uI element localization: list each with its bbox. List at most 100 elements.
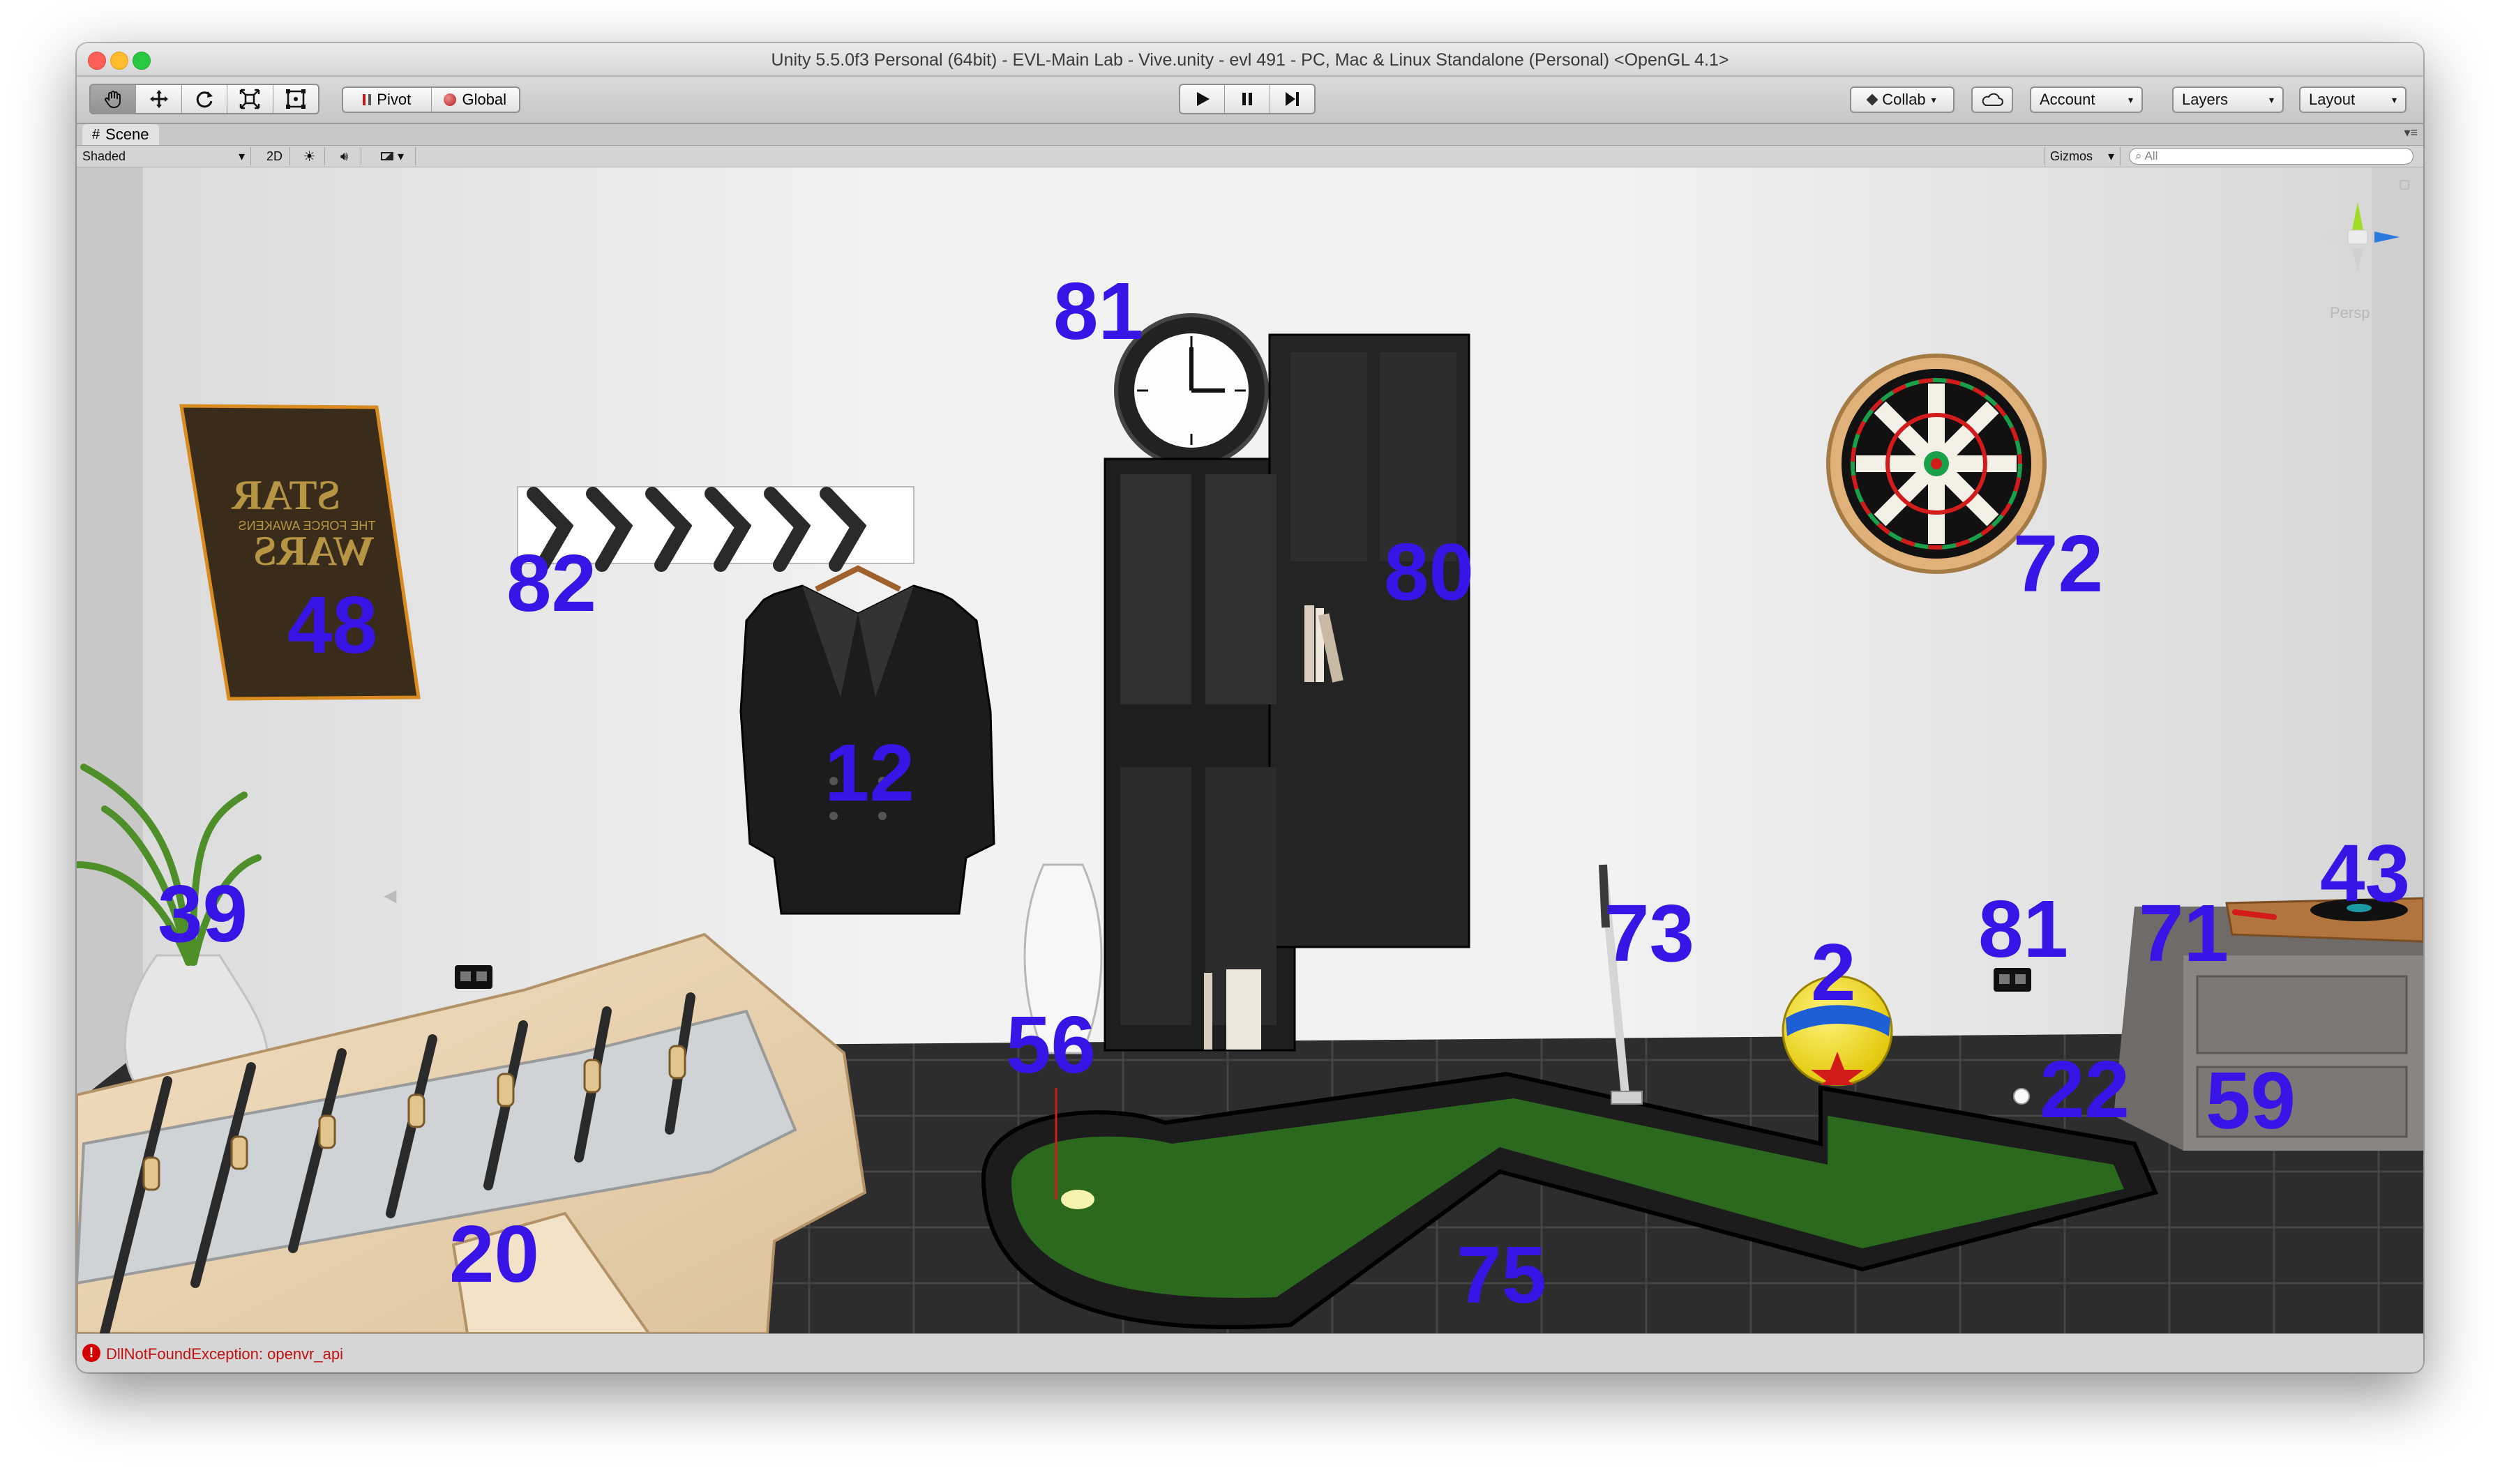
cloud-icon: [1982, 93, 2003, 106]
scene-search-input[interactable]: ⌕ All: [2129, 148, 2414, 165]
label-turntable: 43: [2320, 828, 2411, 918]
move-tool-button[interactable]: [136, 85, 182, 113]
label-plant: 39: [158, 868, 248, 959]
playback-controls: [1179, 84, 1316, 114]
label-coat-rack: 82: [506, 538, 597, 628]
mode-2d-label: 2D: [266, 149, 283, 163]
tab-bar: # Scene ▾≡: [77, 124, 2423, 146]
play-button[interactable]: [1180, 85, 1226, 113]
hand-icon: [105, 91, 121, 109]
label-putter: 73: [1604, 888, 1695, 978]
chevron-down-icon: ▾: [238, 149, 245, 163]
diamond-icon: [1866, 93, 1878, 106]
layout-dropdown[interactable]: Layout ▾: [2299, 86, 2407, 113]
scene-render: STAR THE FORCE AWAKENS WARS: [77, 167, 2423, 1333]
scene-viewport[interactable]: STAR THE FORCE AWAKENS WARS Persp ◀ 81 8…: [77, 167, 2423, 1333]
golf-ball: [2013, 1088, 2030, 1105]
scene-tab-label: Scene: [105, 126, 149, 143]
cloud-button[interactable]: [1971, 86, 2013, 113]
move-arrows-icon: [149, 90, 168, 108]
label-turntable-arm: 71: [2139, 888, 2229, 978]
label-golf-ball: 22: [2040, 1044, 2130, 1135]
play-icon: [1196, 92, 1210, 106]
speaker-icon: 🔊︎: [340, 149, 349, 163]
scale-icon: [240, 89, 260, 109]
title-bar: Unity 5.5.0f3 Personal (64bit) - EVL-Mai…: [77, 43, 2423, 77]
console-status-bar[interactable]: ! DllNotFoundException: openvr_api: [77, 1333, 2423, 1372]
window-title: Unity 5.5.0f3 Personal (64bit) - EVL-Mai…: [771, 50, 1729, 70]
label-clock: 81: [1053, 266, 1144, 356]
transform-tools: [89, 84, 319, 114]
collab-label: Collab: [1882, 91, 1926, 108]
label-bookcase: 80: [1384, 527, 1475, 617]
rect-tool-button[interactable]: [273, 85, 318, 113]
pivot-toggle[interactable]: Pivot: [343, 88, 432, 112]
label-ball: 2: [1811, 927, 1856, 1017]
chevron-down-icon: ▾: [2107, 149, 2114, 163]
audio-toggle[interactable]: 🔊︎: [328, 147, 361, 165]
chevron-down-icon: ▾: [1931, 93, 1936, 105]
tab-menu-icon[interactable]: ▾≡: [2404, 126, 2418, 140]
label-cabinet: 59: [2206, 1055, 2296, 1146]
rect-transform-icon: [285, 89, 306, 109]
global-toggle[interactable]: Global: [432, 88, 520, 112]
chevron-down-icon: ▾: [397, 149, 405, 163]
step-icon: [1286, 92, 1300, 106]
scale-tool-button[interactable]: [227, 85, 273, 113]
lighting-toggle[interactable]: ☀: [294, 147, 325, 165]
poster-title-line1: STAR: [232, 472, 340, 518]
collab-button[interactable]: Collab ▾: [1850, 86, 1955, 113]
chevron-down-icon: ▾: [2268, 93, 2274, 105]
rotate-icon: [196, 91, 213, 108]
lock-icon[interactable]: [2400, 180, 2409, 190]
label-outlet: 81: [1978, 884, 2069, 974]
layers-dropdown[interactable]: Layers ▾: [2172, 86, 2284, 113]
global-label: Global: [462, 91, 507, 108]
scene-orientation-gizmo[interactable]: Persp: [2302, 188, 2414, 328]
sun-icon: ☀: [303, 149, 316, 165]
chevron-down-icon: ▾: [2128, 93, 2133, 105]
account-label: Account: [2040, 91, 2095, 108]
shading-mode-label: Shaded: [82, 149, 126, 163]
search-icon: ⌕: [2135, 149, 2142, 162]
mode-2d-toggle[interactable]: 2D: [259, 147, 290, 165]
hand-tool-button[interactable]: [91, 85, 137, 113]
poster-title-line2: WARS: [253, 528, 374, 574]
tab-scene[interactable]: # Scene: [82, 124, 159, 145]
label-vase: 56: [1006, 999, 1097, 1090]
grid-icon: #: [92, 126, 100, 142]
label-foosball: 20: [449, 1209, 540, 1299]
pause-button[interactable]: [1225, 85, 1270, 113]
label-poster: 48: [287, 580, 378, 670]
gizmos-dropdown[interactable]: Gizmos ▾: [2044, 147, 2121, 165]
unity-window: Unity 5.5.0f3 Personal (64bit) - EVL-Mai…: [77, 43, 2423, 1372]
pivot-label: Pivot: [377, 91, 412, 108]
search-placeholder: All: [2144, 149, 2158, 162]
effects-dropdown[interactable]: ▾: [370, 147, 416, 165]
rotate-tool-button[interactable]: [182, 85, 228, 113]
layout-label: Layout: [2309, 91, 2356, 108]
pause-icon: [1242, 93, 1252, 105]
projection-label: Persp: [2330, 304, 2370, 321]
step-button[interactable]: [1270, 85, 1314, 113]
globe-icon: [444, 93, 457, 106]
main-toolbar: Pivot Global Collab ▾ Account ▾ Layers ▾…: [77, 77, 2423, 124]
axis-gizmo-icon: [2316, 202, 2400, 272]
error-icon: !: [82, 1344, 100, 1362]
status-message: DllNotFoundException: openvr_api: [106, 1345, 343, 1363]
pivot-icon: [363, 94, 372, 105]
label-coat: 12: [824, 727, 915, 818]
account-dropdown[interactable]: Account ▾: [2030, 86, 2143, 113]
gizmos-label: Gizmos: [2050, 149, 2093, 163]
wall-outlet-left: [455, 965, 492, 989]
chevron-down-icon: ▾: [2391, 93, 2397, 105]
image-icon: [380, 152, 393, 160]
audio-source-icon: ◀: [384, 886, 397, 905]
layers-label: Layers: [2182, 91, 2229, 108]
scene-toolbar: Shaded ▾ 2D ☀ 🔊︎ ▾ Gizmos ▾ ⌕ All: [77, 146, 2423, 167]
dartboard: [1826, 354, 2047, 574]
shading-mode-dropdown[interactable]: Shaded ▾: [77, 147, 251, 165]
label-putting-green: 75: [1456, 1229, 1547, 1320]
label-dartboard: 72: [2013, 518, 2104, 609]
pivot-global-group: Pivot Global: [342, 86, 520, 113]
